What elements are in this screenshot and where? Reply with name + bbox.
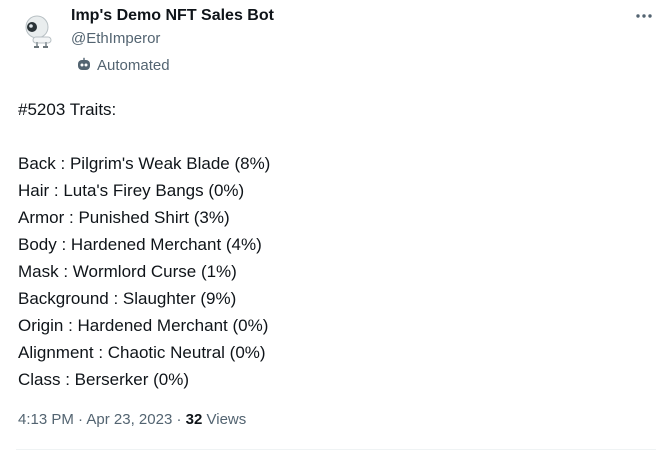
tweet-meta: 4:13 PM · Apr 23, 2023 · 32 Views — [18, 409, 246, 431]
author-handle[interactable]: @EthImperor — [71, 29, 160, 49]
tweet-date: Apr 23, 2023 — [86, 411, 173, 428]
meta-separator: · — [78, 411, 84, 428]
divider — [16, 449, 656, 450]
tweet-timestamp-link[interactable]: 4:13 PM · Apr 23, 2023 — [18, 411, 172, 428]
views-count: 32 — [185, 411, 203, 428]
tweet-time: 4:13 PM — [18, 411, 74, 428]
trait-line: Body : Hardened Merchant (4%) — [18, 235, 262, 254]
author-name[interactable]: Imp's Demo NFT Sales Bot — [71, 6, 274, 26]
trait-line: Background : Slaughter (9%) — [18, 289, 237, 308]
robot-avatar-icon — [20, 10, 60, 50]
more-icon — [636, 14, 652, 18]
views-label: Views — [206, 411, 247, 428]
bot-icon — [76, 57, 92, 73]
trait-line: Mask : Wormlord Curse (1%) — [18, 262, 237, 281]
tweet-heading: #5203 Traits: — [18, 100, 117, 119]
trait-line: Armor : Punished Shirt (3%) — [18, 208, 230, 227]
avatar[interactable] — [20, 10, 60, 50]
trait-line: Origin : Hardened Merchant (0%) — [18, 316, 269, 335]
trait-line: Alignment : Chaotic Neutral (0%) — [18, 343, 266, 362]
automated-label: Automated — [76, 55, 170, 75]
trait-line: Back : Pilgrim's Weak Blade (8%) — [18, 154, 271, 173]
tweet-body: #5203 Traits: Back : Pilgrim's Weak Blad… — [18, 96, 270, 393]
trait-line: Class : Berserker (0%) — [18, 370, 189, 389]
trait-line: Hair : Luta's Firey Bangs (0%) — [18, 181, 245, 200]
more-button[interactable] — [632, 4, 656, 28]
automated-text: Automated — [97, 56, 170, 74]
meta-separator: · — [176, 411, 182, 428]
views-stat[interactable]: 32 Views — [186, 411, 247, 428]
